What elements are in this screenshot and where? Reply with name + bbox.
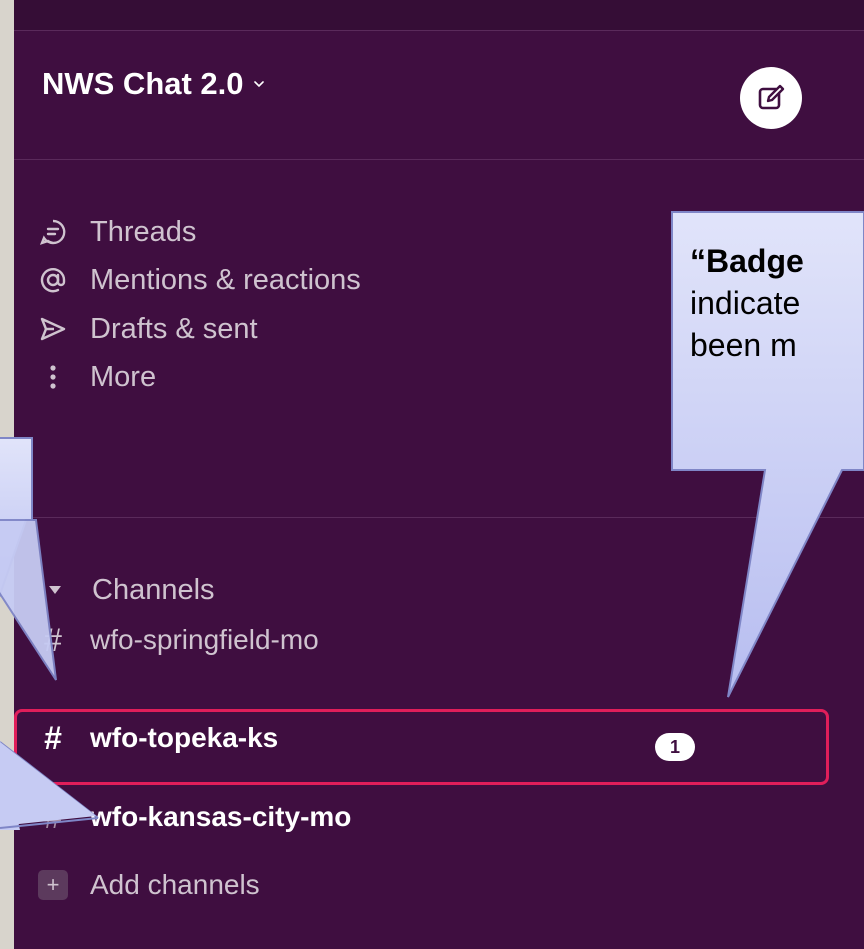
nav-mentions-label: Mentions & reactions [90,263,361,296]
nav-threads-label: Threads [90,215,197,248]
left-edge-strip [0,0,14,949]
workspace-switcher[interactable]: NWS Chat 2.0 [42,64,264,104]
nav-threads[interactable]: Threads [38,212,196,252]
send-icon [38,314,68,344]
callout-line2: indicate [690,285,801,321]
caret-down-icon [40,575,70,605]
at-icon [38,265,68,295]
hash-icon: # [44,621,62,658]
channel-wfo-kansas-city-mo[interactable]: # wfo-kansas-city-mo [36,797,351,837]
workspace-name: NWS Chat 2.0 [42,66,244,101]
chevron-down-icon [253,81,264,88]
callout-text: “Badge indicate been m [690,240,804,366]
more-vertical-icon [38,362,68,392]
nav-mentions[interactable]: Mentions & reactions [38,260,361,300]
channels-section-label: Channels [92,573,215,606]
top-bar [14,0,864,31]
section-divider [14,517,864,518]
compose-button[interactable] [740,67,802,129]
nav-more[interactable]: More [38,357,156,397]
hash-icon: # [44,798,62,835]
channel-name: wfo-springfield-mo [90,624,319,655]
nav-drafts-label: Drafts & sent [90,312,258,345]
threads-icon [38,217,68,247]
compose-icon [758,84,785,110]
nav-more-label: More [90,360,157,393]
callout-line3: been m [690,327,797,363]
plus-icon: + [38,870,68,900]
channels-section-toggle[interactable]: Channels [40,570,215,610]
add-channels-label: Add channels [90,869,260,900]
nav-drafts[interactable]: Drafts & sent [38,309,258,349]
add-channels-button[interactable]: + Add channels [36,865,260,905]
channel-wfo-springfield-mo[interactable]: # wfo-springfield-mo [36,620,319,660]
channel-name: wfo-kansas-city-mo [90,801,352,832]
highlight-box [14,709,829,785]
callout-title: “Badge [690,243,804,279]
